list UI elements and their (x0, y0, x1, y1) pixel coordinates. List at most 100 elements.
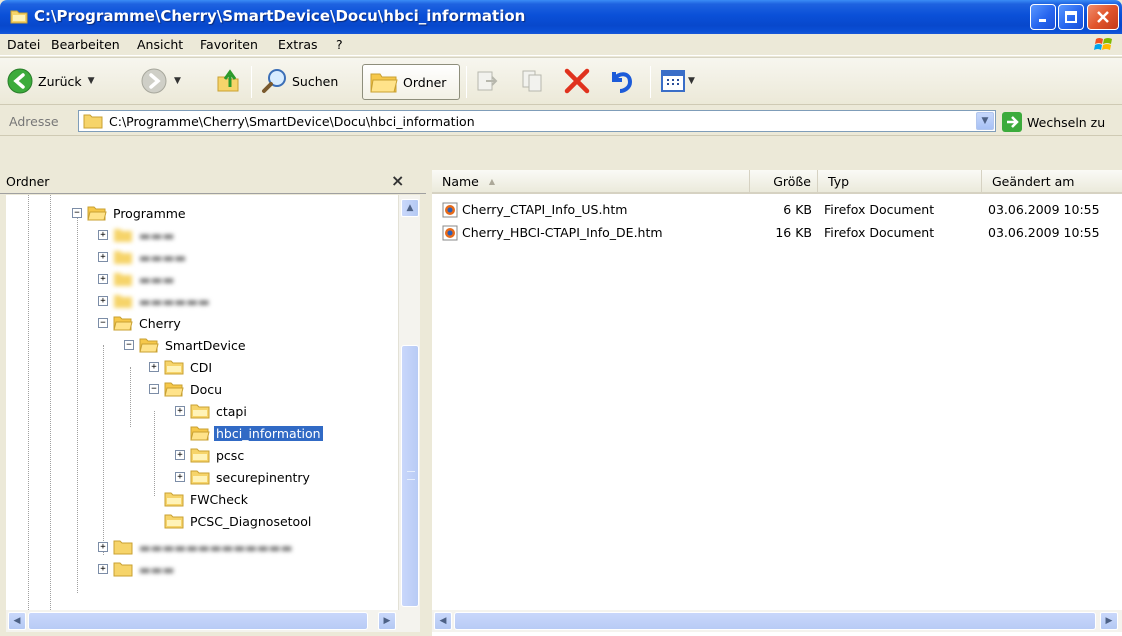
blurred-label: ▬▬▬▬▬▬ (139, 293, 210, 309)
tree-item-pcsc-diagnosetool[interactable]: PCSC_Diagnosetool (149, 510, 313, 532)
address-label: Adresse (9, 114, 59, 129)
expand-toggle-icon[interactable]: + (98, 542, 108, 552)
folder-icon (164, 360, 184, 375)
tree-item-pcsc[interactable]: + pcsc (175, 444, 246, 466)
copy-to-button[interactable] (520, 62, 546, 100)
scroll-right-icon[interactable]: ▶ (1100, 612, 1118, 630)
expand-toggle-icon[interactable]: + (98, 564, 108, 574)
folder-icon (164, 492, 184, 507)
scroll-right-icon[interactable]: ▶ (378, 612, 396, 630)
menu-bearbeiten[interactable]: Bearbeiten (51, 37, 120, 52)
folder-pane-header: Ordner × (0, 170, 426, 194)
tree-item-hbci-information[interactable]: hbci_information (175, 422, 324, 444)
menu-datei[interactable]: Datei (7, 37, 40, 52)
expand-toggle-icon[interactable]: + (175, 472, 185, 482)
scroll-thumb[interactable] (401, 345, 419, 607)
folder-icon (113, 540, 133, 555)
folders-button[interactable]: Ordner (362, 64, 460, 100)
delete-button[interactable] (562, 62, 592, 100)
tree-item-programme[interactable]: − Programme (72, 202, 188, 224)
folder-icon (190, 404, 210, 419)
close-pane-icon[interactable]: × (391, 171, 404, 190)
expand-toggle-icon[interactable]: + (175, 406, 185, 416)
tree-item-label: PCSC_Diagnosetool (190, 513, 312, 529)
column-name[interactable]: Name ▲ (432, 170, 750, 192)
chevron-down-icon[interactable]: ▼ (688, 76, 695, 86)
expand-toggle-icon[interactable]: + (98, 230, 108, 240)
tree-item-label: hbci_information (213, 424, 324, 442)
tree-item-blurred[interactable]: + ▬▬▬ (98, 268, 176, 290)
scroll-thumb[interactable] (454, 612, 1096, 630)
move-to-button[interactable] (474, 62, 500, 100)
expand-toggle-icon[interactable]: + (98, 252, 108, 262)
tree-item-ctapi[interactable]: + ctapi (175, 400, 249, 422)
up-button[interactable] (214, 62, 242, 100)
column-size[interactable]: Größe (750, 170, 818, 192)
folder-pane-horizontal-scrollbar[interactable]: ◀ ▶ (6, 610, 420, 632)
folder-icon (370, 73, 398, 93)
tree-item-label: pcsc (216, 447, 245, 463)
menu-help[interactable]: ? (336, 37, 343, 52)
tree-item-label: Docu (190, 381, 223, 397)
tree-item-cdi[interactable]: + CDI (149, 356, 214, 378)
close-button[interactable] (1087, 4, 1119, 30)
column-label: Name (442, 173, 479, 189)
collapse-toggle-icon[interactable]: − (72, 208, 82, 218)
collapse-toggle-icon[interactable]: − (124, 340, 134, 350)
undo-button[interactable] (606, 62, 636, 100)
tree-item-fwcheck[interactable]: FWCheck (149, 488, 250, 510)
tree-item-label: FWCheck (190, 491, 249, 507)
back-arrow-icon (7, 68, 33, 94)
tree-item-blurred[interactable]: + ▬▬▬ (98, 224, 176, 246)
expand-toggle-icon[interactable]: + (175, 450, 185, 460)
tree-item-docu[interactable]: − Docu (149, 378, 224, 400)
tree-item-cherry[interactable]: − Cherry (98, 312, 183, 334)
expand-toggle-icon[interactable]: + (149, 362, 159, 372)
maximize-button[interactable] (1058, 4, 1084, 30)
collapse-toggle-icon[interactable]: − (149, 384, 159, 394)
tree-item-smartdevice[interactable]: − SmartDevice (124, 334, 248, 356)
folder-icon (164, 514, 184, 529)
chevron-down-icon[interactable]: ▼ (976, 112, 994, 130)
expand-toggle-icon[interactable]: + (98, 274, 108, 284)
menu-ansicht[interactable]: Ansicht (137, 37, 183, 52)
collapse-toggle-icon[interactable]: − (98, 318, 108, 328)
chevron-down-icon[interactable]: ▼ (88, 76, 95, 86)
blurred-label: ▬▬▬ (139, 561, 175, 577)
explorer-window: C:\Programme\Cherry\SmartDevice\Docu\hbc… (0, 0, 1122, 636)
folders-label: Ordner (403, 74, 447, 90)
folder-pane-vertical-scrollbar[interactable]: ▲ (398, 195, 420, 610)
chevron-down-icon[interactable]: ▼ (174, 76, 181, 86)
tree-item-blurred[interactable]: + ▬▬▬▬ (98, 246, 188, 268)
back-button[interactable]: Zurück ▼ (6, 62, 95, 100)
file-list-horizontal-scrollbar[interactable]: ◀ ▶ (432, 610, 1122, 632)
file-type: Firefox Document (824, 202, 935, 217)
folder-icon (83, 114, 103, 129)
menu-extras[interactable]: Extras (278, 37, 318, 52)
expand-toggle-icon[interactable]: + (98, 296, 108, 306)
file-name: Cherry_HBCI-CTAPI_Info_DE.htm (462, 225, 663, 240)
column-type[interactable]: Typ (818, 170, 982, 192)
column-modified[interactable]: Geändert am (982, 170, 1122, 192)
tree-item-blurred[interactable]: + ▬▬▬▬▬▬ (98, 290, 212, 312)
tree-item-blurred[interactable]: + ▬▬▬ (98, 558, 176, 580)
firefox-document-icon (442, 225, 458, 241)
table-row[interactable]: Cherry_CTAPI_Info_US.htm 6 KB Firefox Do… (432, 199, 1122, 221)
views-button[interactable]: ▼ (660, 62, 695, 100)
minimize-button[interactable] (1030, 4, 1056, 30)
title-bar[interactable]: C:\Programme\Cherry\SmartDevice\Docu\hbc… (0, 0, 1122, 34)
scroll-thumb[interactable] (28, 612, 368, 630)
scroll-up-icon[interactable]: ▲ (401, 199, 419, 217)
table-row[interactable]: Cherry_HBCI-CTAPI_Info_DE.htm 16 KB Fire… (432, 222, 1122, 244)
scroll-left-icon[interactable]: ◀ (8, 612, 26, 630)
forward-button[interactable]: ▼ (140, 62, 181, 100)
address-input[interactable]: C:\Programme\Cherry\SmartDevice\Docu\hbc… (78, 110, 996, 132)
file-name: Cherry_CTAPI_Info_US.htm (462, 202, 628, 217)
tree-item-securepinentry[interactable]: + securepinentry (175, 466, 312, 488)
search-button[interactable]: Suchen (260, 62, 338, 100)
tree-item-blurred[interactable]: + ▬▬▬▬▬▬▬▬▬▬▬▬▬ (98, 536, 295, 558)
column-header: Name ▲ Größe Typ Geändert am (432, 170, 1122, 194)
go-button[interactable]: Wechseln zu (1002, 112, 1105, 132)
scroll-left-icon[interactable]: ◀ (434, 612, 452, 630)
menu-favoriten[interactable]: Favoriten (200, 37, 258, 52)
